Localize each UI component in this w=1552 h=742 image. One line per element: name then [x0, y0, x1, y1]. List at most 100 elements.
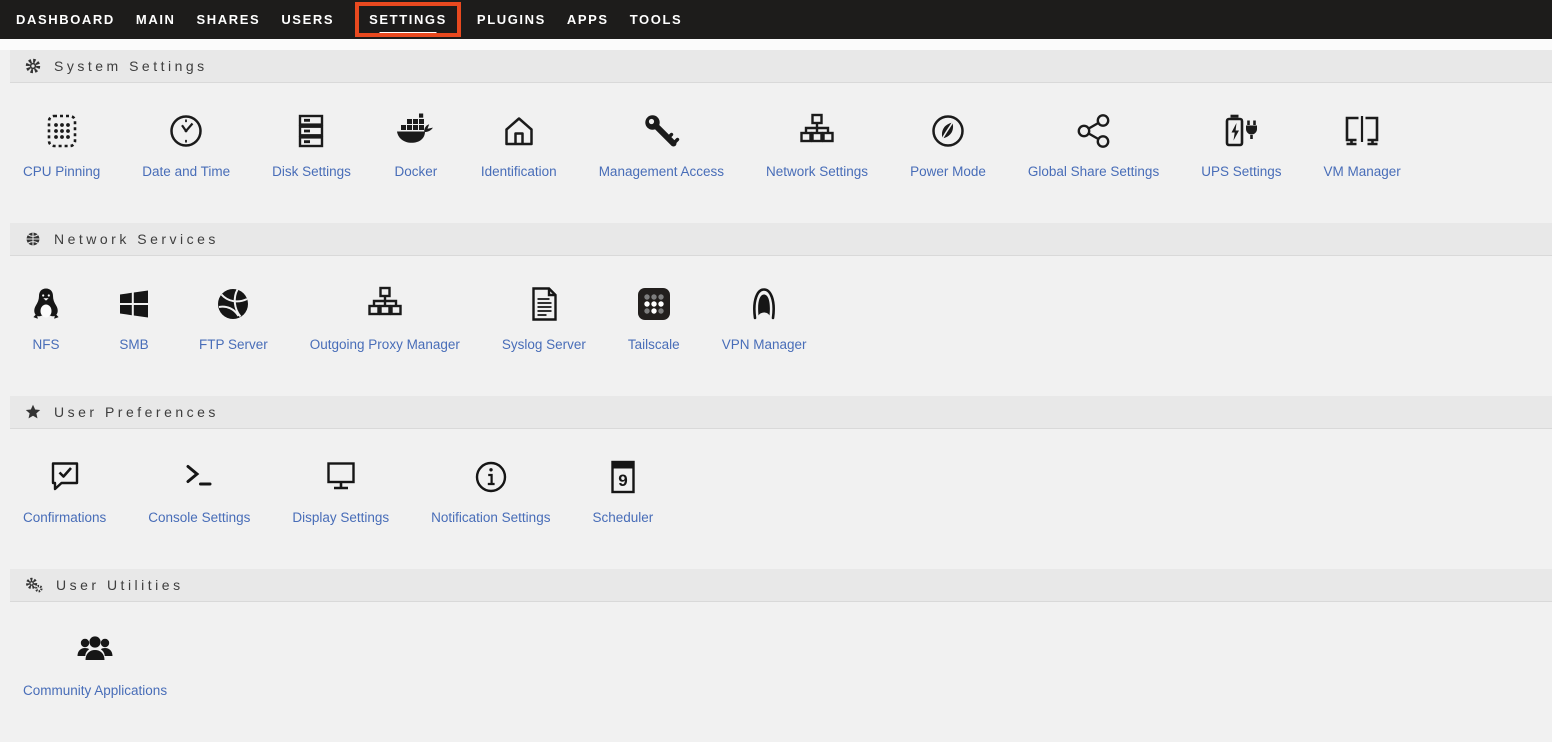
settings-item-disk-settings[interactable]: Disk Settings: [251, 111, 372, 179]
globe-solid-icon: [210, 284, 256, 324]
calendar-icon: 9: [600, 457, 646, 497]
settings-item-community-applications[interactable]: Community Applications: [2, 630, 188, 698]
clock-icon: [163, 111, 209, 151]
settings-item-ftp-server[interactable]: FTP Server: [178, 284, 289, 352]
item-label: FTP Server: [199, 337, 268, 352]
item-label: CPU Pinning: [23, 164, 100, 179]
item-label: NFS: [33, 337, 60, 352]
nav-tab-main[interactable]: MAIN: [136, 12, 176, 27]
item-label: VM Manager: [1324, 164, 1401, 179]
item-label: Network Settings: [766, 164, 868, 179]
section-header-system-settings: System Settings: [10, 50, 1552, 83]
settings-item-vm-manager[interactable]: VM Manager: [1303, 111, 1422, 179]
section-title: User Utilities: [56, 577, 184, 593]
system-settings-items: CPU Pinning Date and Time Disk Settings …: [0, 83, 1552, 223]
item-label: Outgoing Proxy Manager: [310, 337, 460, 352]
item-label: Docker: [394, 164, 437, 179]
item-label: Tailscale: [628, 337, 680, 352]
battery-plug-icon: [1218, 111, 1264, 151]
settings-item-cpu-pinning[interactable]: CPU Pinning: [2, 111, 121, 179]
windows-logo-icon: [111, 284, 157, 324]
user-preferences-items: Confirmations Console Settings Display S…: [0, 429, 1552, 569]
item-label: Confirmations: [23, 510, 106, 525]
settings-item-syslog-server[interactable]: Syslog Server: [481, 284, 607, 352]
star-icon: [25, 404, 41, 420]
nav-tab-tools[interactable]: TOOLS: [630, 12, 683, 27]
server-stack-icon: [288, 111, 334, 151]
item-label: Power Mode: [910, 164, 986, 179]
dual-monitor-icon: [1339, 111, 1385, 151]
network-services-items: NFS SMB FTP Server Outgoing Proxy Manage…: [0, 256, 1552, 396]
monitor-icon: [318, 457, 364, 497]
wireguard-hood-icon: [741, 284, 787, 324]
info-circle-icon: [468, 457, 514, 497]
active-tab-underline: [380, 32, 437, 35]
comment-check-icon: [42, 457, 88, 497]
item-label: Notification Settings: [431, 510, 550, 525]
settings-item-power-mode[interactable]: Power Mode: [889, 111, 1007, 179]
calendar-day-number: 9: [618, 471, 627, 490]
microchip-icon: [39, 111, 85, 151]
settings-item-date-and-time[interactable]: Date and Time: [121, 111, 251, 179]
item-label: VPN Manager: [722, 337, 807, 352]
gears-icon: [25, 577, 43, 593]
settings-item-docker[interactable]: Docker: [372, 111, 460, 179]
log-file-icon: [521, 284, 567, 324]
tux-penguin-icon: [23, 284, 69, 324]
nav-tab-plugins[interactable]: PLUGINS: [477, 12, 546, 27]
settings-item-tailscale[interactable]: Tailscale: [607, 284, 701, 352]
key-icon: [638, 111, 684, 151]
terminal-icon: [176, 457, 222, 497]
leaf-circle-icon: [925, 111, 971, 151]
section-title: System Settings: [54, 58, 208, 74]
item-label: Display Settings: [292, 510, 389, 525]
tailscale-logo-icon: [631, 284, 677, 324]
settings-item-global-share-settings[interactable]: Global Share Settings: [1007, 111, 1180, 179]
item-label: Date and Time: [142, 164, 230, 179]
item-label: Management Access: [599, 164, 724, 179]
top-nav-bar: DASHBOARD MAIN SHARES USERS SETTINGS PLU…: [0, 0, 1552, 39]
item-label: Disk Settings: [272, 164, 351, 179]
item-label: SMB: [119, 337, 148, 352]
home-icon: [496, 111, 542, 151]
item-label: UPS Settings: [1201, 164, 1281, 179]
share-nodes-icon: [1071, 111, 1117, 151]
user-utilities-items: Community Applications: [0, 602, 1552, 742]
nav-tab-settings[interactable]: SETTINGS: [369, 12, 447, 27]
people-group-icon: [72, 630, 118, 670]
item-label: Global Share Settings: [1028, 164, 1159, 179]
item-label: Console Settings: [148, 510, 250, 525]
nav-tab-settings-label: SETTINGS: [369, 12, 447, 27]
settings-item-outgoing-proxy-manager[interactable]: Outgoing Proxy Manager: [289, 284, 481, 352]
settings-item-identification[interactable]: Identification: [460, 111, 578, 179]
item-label: Scheduler: [592, 510, 653, 525]
settings-item-confirmations[interactable]: Confirmations: [2, 457, 127, 525]
settings-item-scheduler[interactable]: 9 Scheduler: [571, 457, 674, 525]
sitemap-icon: [362, 284, 408, 324]
nav-tab-users[interactable]: USERS: [281, 12, 334, 27]
item-label: Syslog Server: [502, 337, 586, 352]
settings-item-nfs[interactable]: NFS: [2, 284, 90, 352]
section-title: Network Services: [54, 231, 219, 247]
settings-item-notification-settings[interactable]: Notification Settings: [410, 457, 571, 525]
section-header-network-services: Network Services: [10, 223, 1552, 256]
settings-item-console-settings[interactable]: Console Settings: [127, 457, 271, 525]
section-header-user-utilities: User Utilities: [10, 569, 1552, 602]
settings-item-network-settings[interactable]: Network Settings: [745, 111, 889, 179]
section-title: User Preferences: [54, 404, 219, 420]
settings-item-management-access[interactable]: Management Access: [578, 111, 745, 179]
nav-tab-apps[interactable]: APPS: [567, 12, 609, 27]
nav-tab-dashboard[interactable]: DASHBOARD: [16, 12, 115, 27]
settings-item-ups-settings[interactable]: UPS Settings: [1180, 111, 1302, 179]
sitemap-icon: [794, 111, 840, 151]
globe-icon: [25, 231, 41, 247]
gear-icon: [25, 58, 41, 74]
settings-item-display-settings[interactable]: Display Settings: [271, 457, 410, 525]
docker-whale-icon: [393, 111, 439, 151]
section-header-user-preferences: User Preferences: [10, 396, 1552, 429]
nav-tab-shares[interactable]: SHARES: [197, 12, 261, 27]
settings-item-vpn-manager[interactable]: VPN Manager: [701, 284, 828, 352]
item-label: Identification: [481, 164, 557, 179]
settings-item-smb[interactable]: SMB: [90, 284, 178, 352]
nav-spacer: [0, 39, 1552, 50]
